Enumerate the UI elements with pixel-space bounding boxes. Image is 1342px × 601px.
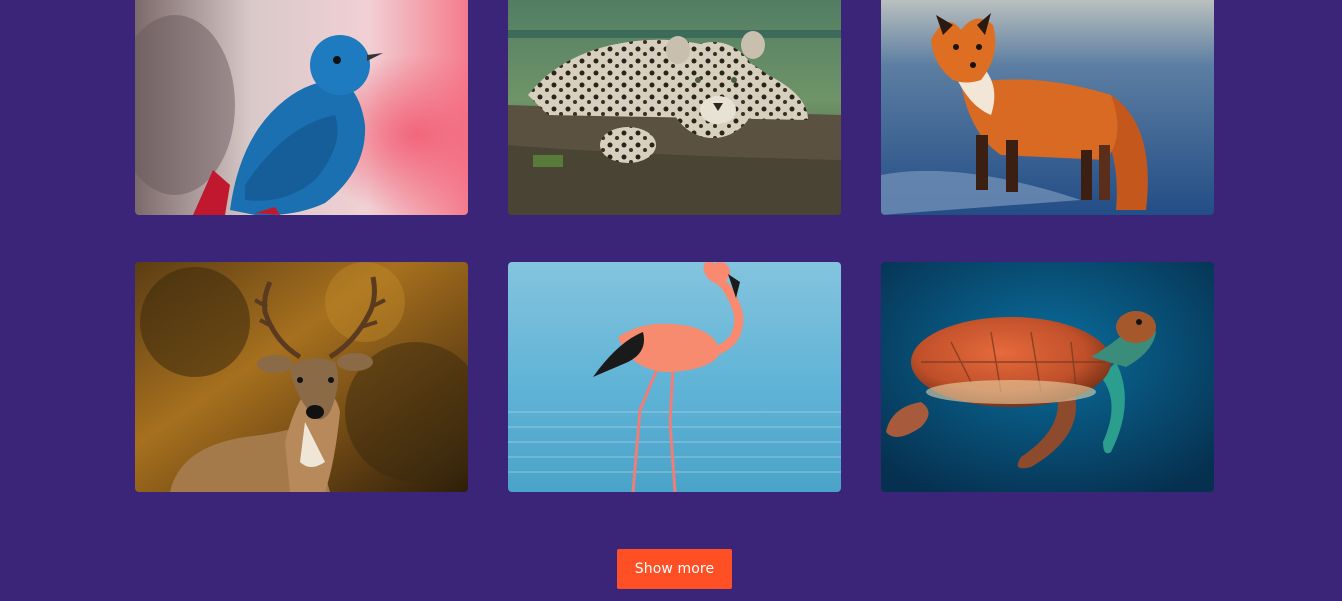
leopard-image <box>508 0 841 215</box>
flamingo-image <box>508 262 841 492</box>
gallery-card-sea-turtle[interactable] <box>881 262 1214 492</box>
gallery-card-leopard[interactable] <box>508 0 841 215</box>
show-more-button[interactable]: Show more <box>617 549 732 589</box>
gallery-page: Show more <box>0 0 1342 601</box>
gallery-card-blue-bird[interactable] <box>135 0 468 215</box>
gallery-card-flamingo[interactable] <box>508 262 841 492</box>
red-fox-image <box>881 0 1214 215</box>
gallery-card-red-fox[interactable] <box>881 0 1214 215</box>
blue-bird-image <box>135 0 468 215</box>
deer-image <box>135 262 468 492</box>
sea-turtle-image <box>881 262 1214 492</box>
gallery-card-deer[interactable] <box>135 262 468 492</box>
